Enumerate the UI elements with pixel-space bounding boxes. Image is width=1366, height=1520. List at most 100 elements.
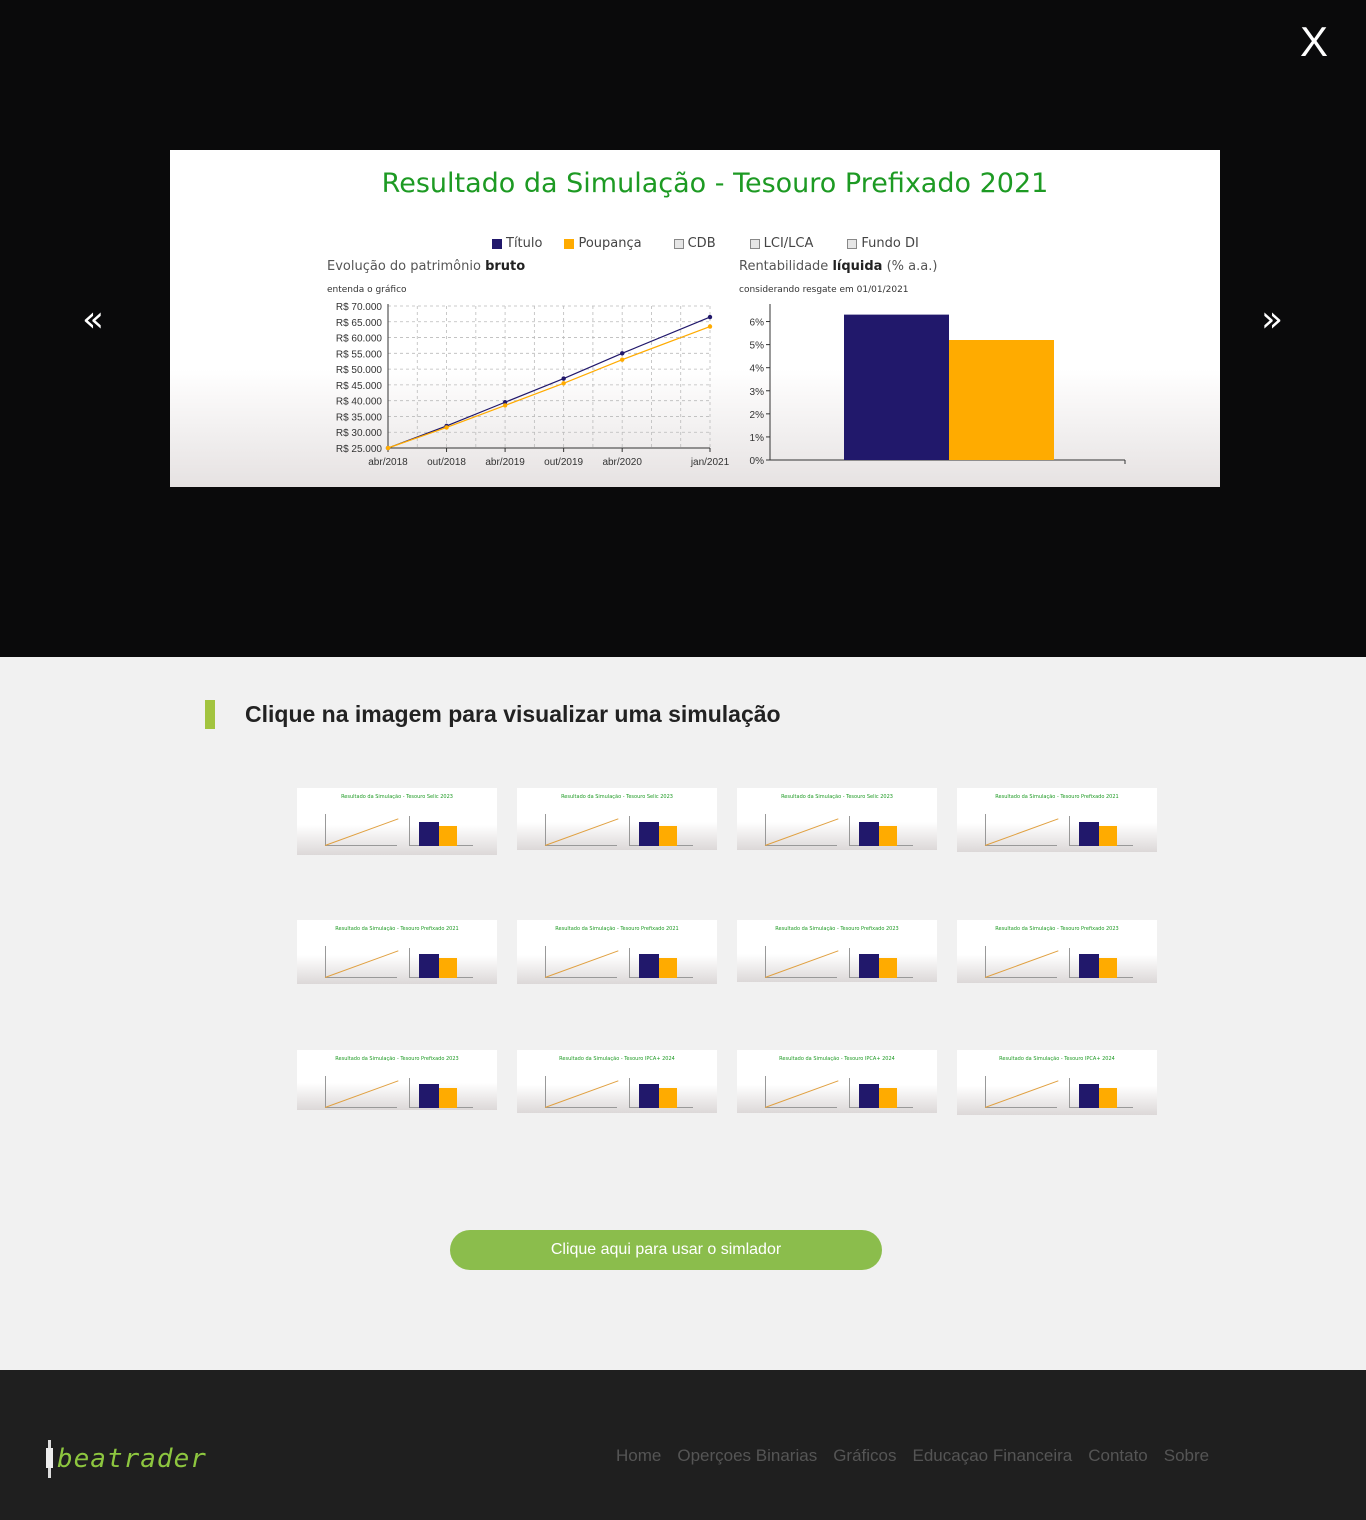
section-title: Clique na imagem para visualizar uma sim… bbox=[245, 701, 781, 727]
simulation-thumbnail[interactable]: Resultado da Simulação - Tesouro Prefixa… bbox=[297, 920, 497, 984]
legend-item-fundo-di: Fundo DI bbox=[847, 236, 919, 251]
line-chart-x-tick: out/2019 bbox=[544, 457, 583, 468]
footer-nav: Home Operçoes Binarias Gráficos Educaçao… bbox=[616, 1446, 1225, 1466]
thumbnail-bar-titulo bbox=[419, 822, 439, 846]
bar-poupanca bbox=[949, 340, 1054, 460]
line-point bbox=[561, 381, 566, 386]
legend-item-lci-lca: LCI/LCA bbox=[749, 236, 813, 251]
section-header: Clique na imagem para visualizar uma sim… bbox=[205, 700, 781, 729]
thumbnail-bar-poupanca bbox=[439, 826, 457, 846]
simulation-thumbnail[interactable]: Resultado da Simulação - Tesouro IPCA+ 2… bbox=[737, 1050, 937, 1113]
thumbnail-bar-poupanca bbox=[879, 1088, 897, 1108]
simulation-thumbnail[interactable]: Resultado da Simulação - Tesouro IPCA+ 2… bbox=[517, 1050, 717, 1113]
lightbox-image: Resultado da Simulação - Tesouro Prefixa… bbox=[170, 150, 1220, 487]
line-point bbox=[707, 314, 713, 320]
thumbnail-title: Resultado da Simulação - Tesouro Prefixa… bbox=[995, 794, 1119, 800]
line-point bbox=[619, 351, 625, 356]
simulation-thumbnail[interactable]: Resultado da Simulação - Tesouro Prefixa… bbox=[957, 788, 1157, 852]
thumbnail-bar-titulo bbox=[639, 822, 659, 846]
thumbnail-bar-poupanca bbox=[439, 958, 457, 978]
thumbnail-bar-titulo bbox=[639, 954, 659, 978]
footer: beatrader Home Operçoes Binarias Gráfico… bbox=[0, 1370, 1366, 1520]
line-chart-x-tick: jan/2021 bbox=[690, 457, 730, 468]
bar-chart-y-tick: 2% bbox=[750, 410, 765, 421]
use-simulator-button[interactable]: Clique aqui para usar o simlador bbox=[450, 1230, 882, 1270]
line-point bbox=[502, 403, 508, 408]
thumbnail-bar-titulo bbox=[1079, 822, 1099, 846]
line-chart-sublabel[interactable]: entenda o gráfico bbox=[327, 285, 407, 295]
line-point bbox=[707, 324, 713, 329]
legend-label: CDB bbox=[687, 236, 716, 251]
bar-titulo bbox=[844, 314, 949, 460]
simulation-thumbnail[interactable]: Resultado da Simulação - Tesouro IPCA+ 2… bbox=[957, 1050, 1157, 1115]
line-chart: R$ 25.000 R$ 30.000 R$ 35.000 R$ 40.000 R$ 4… bbox=[336, 302, 730, 468]
line-chart-label-bold: bruto bbox=[485, 259, 526, 274]
bar-chart-label: Rentabilidade líquida (% a.a.) bbox=[739, 259, 937, 274]
thumbnail-title: Resultado da Simulação - Tesouro IPCA+ 2… bbox=[559, 1056, 675, 1062]
lightbox-overlay: X « » Resultado da Simulação - Tesouro P… bbox=[0, 0, 1366, 657]
thumbnail-bar-titulo bbox=[639, 1084, 659, 1108]
prev-slide-button[interactable]: « bbox=[78, 298, 108, 342]
bar-chart-y-tick: 6% bbox=[750, 318, 765, 329]
line-chart-y-tick: R$ 50.000 bbox=[336, 365, 383, 376]
line-point bbox=[444, 425, 449, 430]
footer-link-operacoes-binarias[interactable]: Operçoes Binarias bbox=[677, 1446, 817, 1466]
thumbnail-bar-titulo bbox=[419, 1084, 439, 1108]
thumbnail-bar-poupanca bbox=[659, 958, 677, 978]
thumbnail-bar-titulo bbox=[1079, 954, 1099, 978]
footer-link-contato[interactable]: Contato bbox=[1088, 1446, 1148, 1466]
line-chart-label: Evolução do patrimônio bruto bbox=[327, 259, 525, 274]
line-chart-y-tick: R$ 30.000 bbox=[336, 428, 383, 439]
thumbnail-title: Resultado da Simulação - Tesouro Prefixa… bbox=[335, 926, 459, 932]
line-chart-y-tick: R$ 65.000 bbox=[336, 318, 383, 329]
candle-icon bbox=[46, 1440, 53, 1478]
footer-link-graficos[interactable]: Gráficos bbox=[833, 1446, 896, 1466]
line-chart-x-tick: abr/2018 bbox=[368, 457, 408, 468]
logo[interactable]: beatrader bbox=[46, 1440, 207, 1478]
line-chart-x-tick: abr/2020 bbox=[602, 457, 642, 468]
footer-link-home[interactable]: Home bbox=[616, 1446, 661, 1466]
next-slide-button[interactable]: » bbox=[1257, 298, 1287, 342]
legend-label: Poupança bbox=[578, 236, 642, 251]
bar-chart-sublabel: considerando resgate em 01/01/2021 bbox=[739, 285, 909, 295]
line-point bbox=[561, 376, 566, 381]
simulation-thumbnail[interactable]: Resultado da Simulação - Tesouro Selic 2… bbox=[297, 788, 497, 855]
thumbnail-title: Resultado da Simulação - Tesouro IPCA+ 2… bbox=[999, 1056, 1115, 1062]
bar-chart-label-suffix: (% a.a.) bbox=[882, 259, 938, 274]
thumbnail-bar-titulo bbox=[419, 954, 439, 978]
chart-legend: Título Poupança CDB LCI/LCA Fundo DI bbox=[492, 236, 941, 251]
legend-label: Fundo DI bbox=[861, 236, 919, 251]
legend-swatch bbox=[847, 238, 858, 249]
line-chart-y-tick: R$ 70.000 bbox=[336, 302, 383, 313]
close-button[interactable]: X bbox=[1296, 20, 1332, 64]
line-chart-label-prefix: Evolução do patrimônio bbox=[327, 259, 486, 274]
footer-link-sobre[interactable]: Sobre bbox=[1164, 1446, 1209, 1466]
thumbnail-bar-poupanca bbox=[1099, 1088, 1117, 1108]
thumbnail-bar-poupanca bbox=[1099, 958, 1117, 978]
line-chart-x-tick: out/2018 bbox=[427, 457, 466, 468]
simulation-thumbnail[interactable]: Resultado da Simulação - Tesouro Prefixa… bbox=[517, 920, 717, 984]
thumbnail-title: Resultado da Simulação - Tesouro Selic 2… bbox=[781, 794, 893, 800]
bar-chart-y-tick: 5% bbox=[750, 341, 765, 352]
line-chart-y-tick: R$ 40.000 bbox=[336, 397, 383, 408]
bar-chart-y-tick: 1% bbox=[750, 433, 765, 444]
line-chart-y-tick: R$ 55.000 bbox=[336, 349, 383, 360]
thumbnail-title: Resultado da Simulação - Tesouro IPCA+ 2… bbox=[779, 1056, 895, 1062]
simulation-thumbnail[interactable]: Resultado da Simulação - Tesouro Selic 2… bbox=[517, 788, 717, 850]
simulation-thumbnail[interactable]: Resultado da Simulação - Tesouro Selic 2… bbox=[737, 788, 937, 850]
legend-item-titulo: Título bbox=[492, 236, 542, 251]
thumbnail-bar-titulo bbox=[859, 1084, 879, 1108]
simulation-thumbnail[interactable]: Resultado da Simulação - Tesouro Prefixa… bbox=[957, 920, 1157, 983]
thumbnail-title: Resultado da Simulação - Tesouro Selic 2… bbox=[561, 794, 673, 800]
line-chart-y-tick: R$ 35.000 bbox=[336, 412, 383, 423]
bar-chart-label-bold: líquida bbox=[832, 259, 883, 274]
simulation-thumbnail[interactable]: Resultado da Simulação - Tesouro Prefixa… bbox=[737, 920, 937, 982]
legend-swatch bbox=[749, 238, 760, 249]
simulation-thumbnail[interactable]: Resultado da Simulação - Tesouro Prefixa… bbox=[297, 1050, 497, 1110]
line-chart-y-tick: R$ 45.000 bbox=[336, 381, 383, 392]
thumbnail-title: Resultado da Simulação - Tesouro Prefixa… bbox=[995, 926, 1119, 932]
thumbnail-title: Resultado da Simulação - Tesouro Selic 2… bbox=[341, 794, 453, 800]
bar-chart-y-tick: 3% bbox=[750, 387, 765, 398]
footer-link-educacao-financeira[interactable]: Educaçao Financeira bbox=[913, 1446, 1073, 1466]
legend-swatch bbox=[564, 238, 575, 249]
